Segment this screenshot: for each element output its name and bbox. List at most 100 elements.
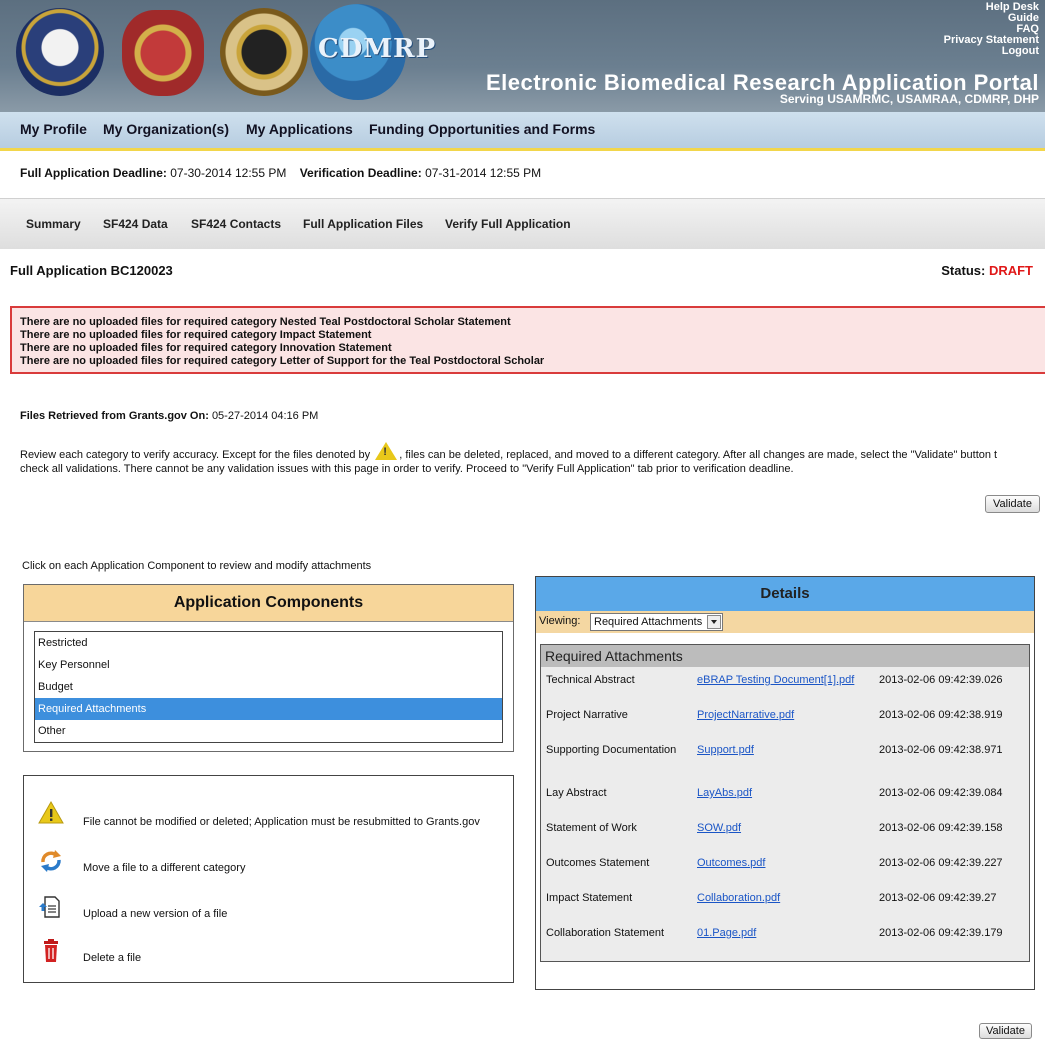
attachment-file-link[interactable]: Outcomes.pdf (697, 857, 765, 869)
serving-text: Serving USAMRMC, USAMRAA, CDMRP, DHP (779, 92, 1039, 106)
attachment-date: 2013-02-06 09:42:38.919 (879, 709, 1003, 721)
legend-text: Move a file to a different category (83, 862, 246, 874)
attachment-file-link[interactable]: LayAbs.pdf (697, 787, 752, 799)
main-nav: My Profile My Organization(s) My Applica… (0, 112, 1045, 151)
legend-text: File cannot be modified or deleted; Appl… (83, 816, 480, 828)
table-row: Supporting Documentation Support.pdf 201… (541, 744, 1029, 764)
nav-my-profile[interactable]: My Profile (20, 121, 87, 137)
tab-sf424-contacts[interactable]: SF424 Contacts (191, 217, 281, 231)
legend-row: Delete a file (24, 938, 513, 968)
attachment-category: Supporting Documentation (546, 744, 677, 756)
components-hint: Click on each Application Component to r… (22, 560, 372, 572)
components-list[interactable]: Restricted Key Personnel Budget Required… (34, 631, 503, 743)
application-tabs: Summary SF424 Data SF424 Contacts Full A… (0, 198, 1045, 249)
error-message: There are no uploaded files for required… (20, 329, 372, 341)
legend-row: Upload a new version of a file (24, 894, 513, 924)
components-title: Application Components (24, 585, 513, 622)
site-header: CDMRP Help Desk Guide FAQ Privacy Statem… (0, 0, 1045, 112)
table-row: Lay Abstract LayAbs.pdf 2013-02-06 09:42… (541, 787, 1029, 807)
table-row: Collaboration Statement 01.Page.pdf 2013… (541, 927, 1029, 947)
cdmrp-logo-text: CDMRP (318, 34, 437, 64)
attachment-date: 2013-02-06 09:42:39.026 (879, 674, 1003, 686)
attachment-file-link[interactable]: Support.pdf (697, 744, 754, 756)
verify-deadline-label: Verification Deadline: (299, 166, 422, 180)
table-row: Outcomes Statement Outcomes.pdf 2013-02-… (541, 857, 1029, 877)
attachment-date: 2013-02-06 09:42:39.27 (879, 892, 997, 904)
error-box: There are no uploaded files for required… (10, 306, 1045, 374)
validate-button-top[interactable]: Validate (985, 495, 1040, 513)
status-value: DRAFT (988, 263, 1033, 278)
retrieved-value: 05-27-2014 04:16 PM (211, 410, 319, 422)
nav-my-applications[interactable]: My Applications (246, 121, 353, 137)
attachment-file-link[interactable]: SOW.pdf (697, 822, 741, 834)
move-icon (41, 850, 61, 872)
component-item-other[interactable]: Other (35, 720, 502, 742)
attachment-date: 2013-02-06 09:42:39.227 (879, 857, 1003, 869)
attachment-category: Statement of Work (546, 822, 637, 834)
component-item-required-attachments[interactable]: Required Attachments (35, 698, 502, 720)
tab-sf424-data[interactable]: SF424 Data (103, 217, 168, 231)
attachment-date: 2013-02-06 09:42:39.158 (879, 822, 1003, 834)
viewing-label: Viewing: (539, 615, 581, 627)
status-badge: Status: DRAFT (941, 263, 1033, 278)
retrieved-info: Files Retrieved from Grants.gov On: 05-2… (20, 410, 318, 422)
attachment-file-link[interactable]: ProjectNarrative.pdf (697, 709, 794, 721)
instructions-text: Review each category to verify accuracy.… (20, 442, 1045, 476)
attachment-file-link[interactable]: 01.Page.pdf (697, 927, 756, 939)
tab-full-application-files[interactable]: Full Application Files (303, 217, 423, 231)
component-item-restricted[interactable]: Restricted (35, 632, 502, 654)
attachment-date: 2013-02-06 09:42:38.971 (879, 744, 1003, 756)
page-title: Full Application BC120023 (10, 263, 173, 278)
header-links: Help Desk Guide FAQ Privacy Statement Lo… (944, 2, 1039, 57)
upload-icon (39, 896, 60, 918)
attachment-category: Technical Abstract (546, 674, 635, 686)
attachment-file-link[interactable]: eBRAP Testing Document[1].pdf (697, 674, 854, 686)
attachment-date: 2013-02-06 09:42:39.084 (879, 787, 1003, 799)
component-item-budget[interactable]: Budget (35, 676, 502, 698)
attachment-date: 2013-02-06 09:42:39.179 (879, 927, 1003, 939)
verify-deadline-value: 07-31-2014 12:55 PM (425, 166, 542, 180)
table-row: Project Narrative ProjectNarrative.pdf 2… (541, 709, 1029, 729)
instructions-line1-end: , files can be deleted, replaced, and mo… (399, 449, 998, 461)
attachment-category: Lay Abstract (546, 787, 607, 799)
application-components-panel: Application Components Restricted Key Pe… (23, 584, 514, 752)
legend-row: File cannot be modified or deleted; Appl… (24, 800, 513, 830)
legend-row: Move a file to a different category (24, 848, 513, 878)
status-label: Status: (941, 263, 986, 278)
nav-my-organizations[interactable]: My Organization(s) (103, 121, 229, 137)
validate-button-bottom[interactable]: Validate (979, 1023, 1032, 1039)
component-item-key-personnel[interactable]: Key Personnel (35, 654, 502, 676)
full-deadline-value: 07-30-2014 12:55 PM (170, 166, 287, 180)
trash-icon (44, 939, 58, 962)
full-deadline-label: Full Application Deadline: (20, 166, 167, 180)
icon-legend: File cannot be modified or deleted; Appl… (23, 775, 514, 983)
logout-link[interactable]: Logout (944, 46, 1039, 57)
details-panel: Details Viewing: Required Attachments Re… (535, 576, 1035, 990)
table-row: Impact Statement Collaboration.pdf 2013-… (541, 892, 1029, 912)
error-message: There are no uploaded files for required… (20, 355, 545, 367)
retrieved-label: Files Retrieved from Grants.gov On: (20, 410, 209, 422)
chevron-down-icon[interactable] (707, 615, 722, 629)
table-row: Statement of Work SOW.pdf 2013-02-06 09:… (541, 822, 1029, 842)
tab-summary[interactable]: Summary (26, 217, 81, 231)
error-message: There are no uploaded files for required… (20, 342, 392, 354)
attachment-file-link[interactable]: Collaboration.pdf (697, 892, 780, 904)
legend-text: Delete a file (83, 952, 142, 964)
warning-icon (38, 800, 64, 824)
attachments-section-title: Required Attachments (541, 645, 1029, 667)
attachment-category: Impact Statement (546, 892, 633, 904)
viewing-select-value: Required Attachments (594, 616, 703, 628)
warning-icon (375, 442, 398, 460)
attachment-category: Collaboration Statement (546, 927, 665, 939)
instructions-line2: check all validations. There cannot be a… (20, 463, 794, 475)
protect-sustain-seal-icon (122, 10, 204, 96)
viewing-select[interactable]: Required Attachments (590, 613, 724, 631)
deadlines-bar: Full Application Deadline: 07-30-2014 12… (20, 166, 541, 180)
legend-text: Upload a new version of a file (83, 908, 228, 920)
usamraa-seal-icon (220, 8, 308, 96)
error-message: There are no uploaded files for required… (20, 316, 511, 328)
nav-funding-opportunities[interactable]: Funding Opportunities and Forms (369, 121, 595, 137)
tab-verify-full-application[interactable]: Verify Full Application (445, 217, 571, 231)
attachment-category: Outcomes Statement (546, 857, 650, 869)
viewing-bar: Viewing: Required Attachments (536, 611, 1034, 633)
